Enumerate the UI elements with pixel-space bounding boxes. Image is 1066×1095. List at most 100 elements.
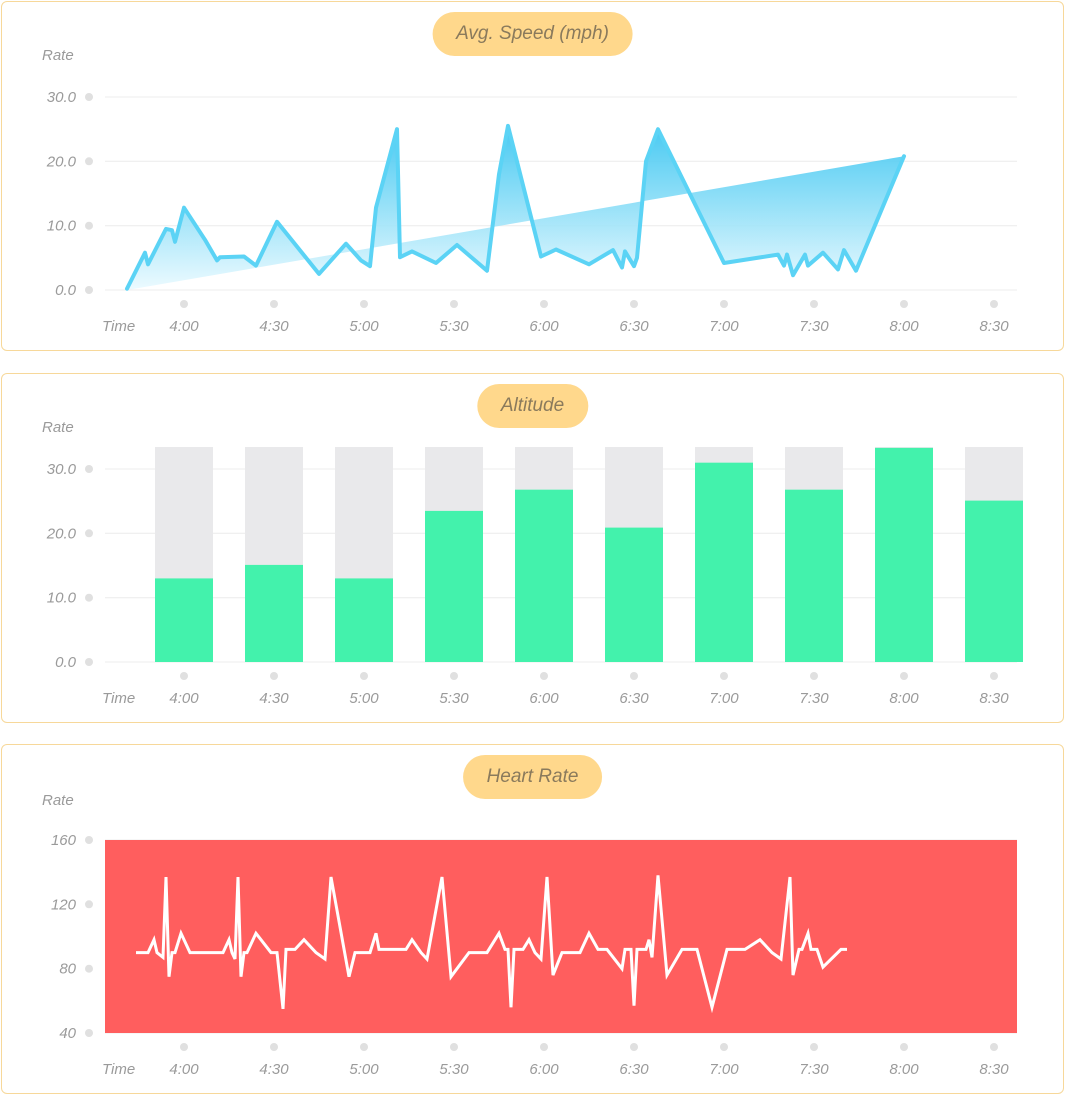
speed-x-tick-dot [180, 300, 188, 308]
heart-x-tick-dot [450, 1043, 458, 1051]
heart-y-tick-dot [85, 964, 93, 973]
altitude-x-axis-label: Time [102, 690, 135, 707]
altitude-bar [515, 489, 573, 662]
speed-y-tick-dot [85, 221, 93, 230]
heart-y-tick-label: 120 [51, 896, 77, 913]
altitude-x-tick-label: 8:30 [979, 690, 1009, 707]
heart-x-tick-dot [180, 1043, 188, 1051]
altitude-y-tick-dot [85, 593, 93, 602]
altitude-x-tick-label: 7:30 [799, 690, 829, 707]
altitude-x-ticks: 4:00 4:30 5:00 5:30 6:00 6:30 7:00 7:30 8:00 8:30 [169, 672, 1009, 707]
altitude-plot [155, 447, 1023, 662]
speed-x-tick-label: 6:30 [619, 318, 649, 335]
speed-x-tick-label: 6:00 [529, 318, 559, 335]
altitude-y-tick-label: 10.0 [47, 590, 77, 607]
heart-title-badge: Heart Rate [462, 755, 603, 799]
heart-x-tick-label: 5:30 [439, 1061, 469, 1078]
altitude-title-badge: Altitude [476, 384, 589, 428]
speed-y-tick-label: 10.0 [47, 218, 77, 235]
altitude-y-tick-dot [85, 529, 93, 538]
heart-plot [105, 840, 1017, 1033]
speed-x-axis-label: Time [102, 318, 135, 335]
altitude-bar [425, 510, 483, 662]
heart-x-tick-label: 6:30 [619, 1061, 649, 1078]
speed-chart-panel: Rate Time 30.0 20.0 10.0 0.0 4:00 4:30 5:00 5:… [1, 1, 1064, 351]
heart-y-tick-label: 160 [51, 832, 77, 849]
altitude-y-tick-dot [85, 658, 93, 666]
heart-x-axis-label: Time [102, 1061, 135, 1078]
altitude-y-tick-label: 0.0 [55, 654, 77, 671]
speed-x-tick-label: 5:30 [439, 318, 469, 335]
altitude-bar [785, 489, 843, 662]
speed-x-tick-label: 7:00 [709, 318, 739, 335]
speed-x-ticks: 4:00 4:30 5:00 5:30 6:00 6:30 7:00 7:30 8:00 8:30 [169, 300, 1009, 335]
altitude-bar [965, 500, 1023, 662]
heart-x-tick-dot [270, 1043, 278, 1051]
altitude-y-axis-label: Rate [42, 419, 74, 436]
altitude-x-tick-label: 6:30 [619, 690, 649, 707]
speed-title-badge: Avg. Speed (mph) [432, 12, 633, 56]
speed-x-tick-dot [810, 300, 818, 308]
altitude-bar [875, 447, 933, 662]
heart-y-tick-dot [85, 836, 93, 844]
speed-y-tick-label: 20.0 [46, 153, 77, 170]
speed-x-tick-dot [360, 300, 368, 308]
heart-x-tick-label: 8:30 [979, 1061, 1009, 1078]
speed-x-tick-label: 8:30 [979, 318, 1009, 335]
altitude-x-tick-dot [900, 672, 908, 680]
speed-y-tick-label: 30.0 [47, 89, 77, 106]
heart-x-tick-label: 7:30 [799, 1061, 829, 1078]
heart-x-tick-label: 6:00 [529, 1061, 559, 1078]
speed-x-tick-label: 7:30 [799, 318, 829, 335]
heart-x-tick-label: 4:00 [169, 1061, 199, 1078]
heart-y-tick-dot [85, 900, 93, 909]
altitude-x-tick-dot [540, 672, 548, 680]
speed-x-tick-dot [900, 300, 908, 308]
speed-x-tick-dot [990, 300, 998, 308]
speed-plot [125, 123, 906, 291]
speed-y-tick-label: 0.0 [55, 282, 77, 299]
speed-y-tick-dot [85, 93, 93, 101]
heart-x-tick-dot [810, 1043, 818, 1051]
heart-x-tick-dot [540, 1043, 548, 1051]
heart-x-ticks: 4:00 4:30 5:00 5:30 6:00 6:30 7:00 7:30 8:00 8:30 [169, 1043, 1009, 1078]
heart-x-tick-label: 4:30 [259, 1061, 289, 1078]
heart-y-axis-label: Rate [42, 792, 74, 809]
altitude-x-tick-label: 7:00 [709, 690, 739, 707]
altitude-x-tick-label: 8:00 [889, 690, 919, 707]
altitude-x-tick-label: 5:30 [439, 690, 469, 707]
speed-y-tick-dot [85, 157, 93, 166]
heart-x-tick-label: 7:00 [709, 1061, 739, 1078]
altitude-bar [245, 564, 303, 662]
heart-x-tick-label: 8:00 [889, 1061, 919, 1078]
speed-x-tick-dot [270, 300, 278, 308]
altitude-y-tick-dot [85, 465, 93, 473]
altitude-x-tick-dot [450, 672, 458, 680]
speed-x-tick-dot [720, 300, 728, 308]
heart-x-tick-dot [360, 1043, 368, 1051]
altitude-x-tick-label: 6:00 [529, 690, 559, 707]
heart-x-tick-dot [990, 1043, 998, 1051]
speed-x-tick-dot [450, 300, 458, 308]
altitude-x-tick-dot [180, 672, 188, 680]
altitude-bar [695, 462, 753, 662]
altitude-x-tick-dot [720, 672, 728, 680]
speed-y-axis-label: Rate [42, 47, 74, 64]
heart-y-tick-label: 80 [59, 961, 76, 978]
speed-x-tick-label: 4:30 [259, 318, 289, 335]
altitude-x-tick-dot [270, 672, 278, 680]
heart-x-tick-dot [720, 1043, 728, 1051]
heart-plot-background [105, 840, 1017, 1033]
heart-chart-panel: Rate Time 160 120 80 40 4:00 4:30 5:00 5:30 6:0… [1, 744, 1064, 1094]
altitude-y-tick-label: 20.0 [46, 525, 77, 542]
heart-x-tick-dot [630, 1043, 638, 1051]
altitude-x-tick-dot [360, 672, 368, 680]
altitude-chart-panel: Rate Time 30.0 20.0 10.0 0.0 4:00 4:30 5:00 5:… [1, 373, 1064, 723]
altitude-x-tick-label: 4:30 [259, 690, 289, 707]
heart-y-tick-dot [85, 1029, 93, 1037]
altitude-x-tick-dot [810, 672, 818, 680]
speed-x-tick-label: 8:00 [889, 318, 919, 335]
altitude-y-tick-label: 30.0 [47, 461, 77, 478]
speed-y-tick-dot [85, 286, 93, 294]
speed-x-tick-label: 4:00 [169, 318, 199, 335]
